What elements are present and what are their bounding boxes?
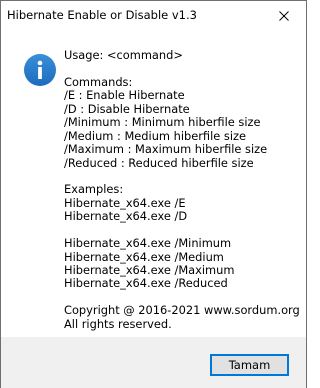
message-line: /E : Enable Hibernate: [64, 88, 185, 103]
message-line: /D : Disable Hibernate: [64, 101, 190, 116]
information-icon: [24, 54, 56, 86]
close-icon: [279, 10, 289, 21]
message-text: Usage: <command> Commands:/E : Enable Hib…: [64, 48, 300, 331]
message-line: Commands:: [64, 74, 133, 89]
message-dialog: Hibernate Enable or Disable v1.3 Usage: …: [0, 0, 307, 388]
message-line: Hibernate_x64.exe /Medium: [64, 249, 224, 264]
message-line: /Reduced : Reduced hiberfile size: [64, 155, 254, 170]
message-line: Hibernate_x64.exe /Minimum: [64, 236, 232, 251]
message-line: /Minimum : Minimum hiberfile size: [64, 115, 261, 130]
window-title: Hibernate Enable or Disable v1.3: [7, 8, 197, 22]
title-bar[interactable]: Hibernate Enable or Disable v1.3: [1, 1, 306, 30]
button-area: Tamam: [1, 337, 306, 388]
message-line: Hibernate_x64.exe /E: [64, 195, 186, 210]
ok-button[interactable]: Tamam: [210, 354, 289, 376]
message-line: Hibernate_x64.exe /D: [64, 209, 188, 224]
message-line: Usage: <command>: [64, 48, 183, 62]
dialog-content: Usage: <command> Commands:/E : Enable Hib…: [1, 30, 306, 337]
message-line: Examples:: [64, 182, 124, 197]
message-line: Hibernate_x64.exe /Maximum: [64, 263, 235, 277]
message-line: /Medium : Medium hiberfile size: [64, 128, 246, 143]
message-line: All rights reserved.: [64, 316, 172, 331]
message-line: /Maximum : Maximum hiberfile size: [64, 142, 268, 157]
message-line: Hibernate_x64.exe /Reduced: [64, 276, 228, 291]
message-line: Copyright @ 2016-2021 www.sordum.org: [64, 303, 300, 318]
close-button[interactable]: [262, 1, 306, 30]
